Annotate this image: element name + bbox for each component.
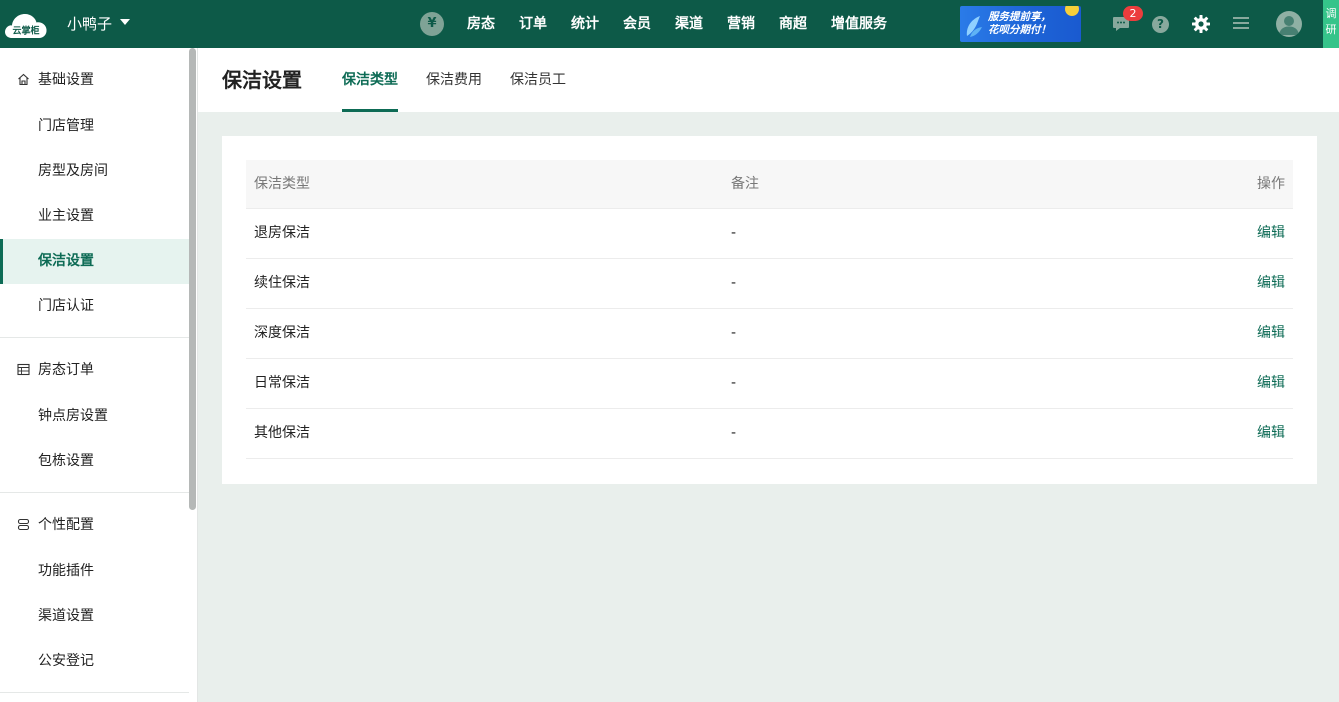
- nav-orders[interactable]: 订单: [519, 14, 547, 34]
- sidebar-item-store-management[interactable]: 门店管理: [0, 104, 189, 149]
- table-row: 续住保洁 - 编辑: [246, 259, 1293, 309]
- nav-statistics[interactable]: 统计: [571, 14, 599, 34]
- calendar-icon: [17, 363, 30, 376]
- active-tab-indicator: [342, 109, 398, 112]
- yuan-icon[interactable]: ¥: [420, 12, 444, 36]
- sidebar-item-owner-settings[interactable]: 业主设置: [0, 194, 189, 239]
- column-header-note: 备注: [731, 176, 759, 192]
- column-header-action: 操作: [1257, 176, 1285, 192]
- chevron-down-icon[interactable]: [120, 19, 130, 25]
- promo-banner[interactable]: 服务提前享， 花呗分期付！: [960, 6, 1081, 42]
- sidebar-group-room-orders: 房态订单: [0, 360, 189, 380]
- table-row: 其他保洁 - 编辑: [246, 409, 1293, 459]
- edit-link[interactable]: 编辑: [1257, 359, 1285, 408]
- sidebar-group-custom-config: 个性配置: [0, 515, 189, 535]
- nav-channels[interactable]: 渠道: [675, 14, 703, 34]
- help-icon[interactable]: ?: [1152, 16, 1169, 33]
- cell-note: -: [731, 225, 737, 241]
- table-header: 保洁类型 备注 操作: [246, 160, 1293, 209]
- table-row: 退房保洁 - 编辑: [246, 209, 1293, 259]
- top-navbar: 云掌柜 小鸭子 ¥ 房态 订单 统计 会员 渠道 营销 商超 增值服务 服务提前…: [0, 0, 1339, 48]
- cell-note: -: [731, 425, 737, 441]
- edit-link[interactable]: 编辑: [1257, 409, 1285, 458]
- store-name[interactable]: 小鸭子: [67, 14, 112, 34]
- cell-note: -: [731, 275, 737, 291]
- survey-tab[interactable]: 调研: [1323, 0, 1339, 48]
- cell-type: 其他保洁: [254, 425, 310, 441]
- avatar[interactable]: [1276, 11, 1302, 37]
- sidebar-divider: [0, 692, 189, 693]
- message-count-badge: 2: [1123, 6, 1143, 21]
- menu-icon[interactable]: [1233, 16, 1249, 30]
- sidebar-group-basic: 基础设置: [0, 70, 189, 90]
- leaf-decoration-icon: [966, 16, 982, 37]
- nav-marketing[interactable]: 营销: [727, 14, 755, 34]
- nav-members[interactable]: 会员: [623, 14, 651, 34]
- tab-cleaning-fees[interactable]: 保洁费用: [426, 70, 482, 90]
- edit-link[interactable]: 编辑: [1257, 209, 1285, 258]
- cell-type: 深度保洁: [254, 325, 310, 341]
- sidebar-item-store-certification[interactable]: 门店认证: [0, 284, 189, 329]
- layers-icon: [17, 518, 30, 531]
- logo[interactable]: 云掌柜: [4, 8, 50, 40]
- logo-text: 云掌柜: [12, 25, 39, 37]
- cell-note: -: [731, 325, 737, 341]
- nav-room-status[interactable]: 房态: [467, 14, 495, 34]
- tab-cleaning-types[interactable]: 保洁类型: [342, 70, 398, 90]
- nav-value-added[interactable]: 增值服务: [831, 14, 887, 34]
- column-header-type: 保洁类型: [254, 176, 310, 192]
- cell-type: 续住保洁: [254, 275, 310, 291]
- sidebar-group-label: 个性配置: [38, 517, 94, 533]
- cell-note: -: [731, 375, 737, 391]
- sidebar-divider: [0, 492, 189, 493]
- page-title: 保洁设置: [222, 68, 302, 92]
- nav-supermarket[interactable]: 商超: [779, 14, 807, 34]
- sidebar-item-room-types[interactable]: 房型及房间: [0, 149, 189, 194]
- edit-link[interactable]: 编辑: [1257, 309, 1285, 358]
- cell-type: 日常保洁: [254, 375, 310, 391]
- cloud-logo-icon: 云掌柜: [5, 14, 47, 38]
- banner-line-1: 服务提前享，: [988, 11, 1051, 23]
- tab-cleaning-staff[interactable]: 保洁员工: [510, 70, 566, 90]
- gear-icon[interactable]: [1191, 14, 1211, 34]
- sidebar-item-plugins[interactable]: 功能插件: [0, 549, 189, 594]
- content-card: 保洁类型 备注 操作 退房保洁 - 编辑 续住保洁 - 编辑 深度保洁 - 编辑…: [222, 136, 1317, 484]
- coin-icon: [1065, 6, 1079, 16]
- sidebar-item-police-registration[interactable]: 公安登记: [0, 639, 189, 684]
- user-icon: [1279, 16, 1299, 35]
- edit-link[interactable]: 编辑: [1257, 259, 1285, 308]
- cell-type: 退房保洁: [254, 225, 310, 241]
- sidebar-group-label: 房态订单: [38, 362, 94, 378]
- sidebar-scrollbar[interactable]: [189, 48, 196, 510]
- sidebar-item-channel-settings[interactable]: 渠道设置: [0, 594, 189, 639]
- page-header: 保洁设置 保洁类型 保洁费用 保洁员工: [198, 48, 1339, 112]
- sidebar-item-whole-building[interactable]: 包栋设置: [0, 439, 189, 484]
- sidebar-divider: [0, 337, 189, 338]
- home-icon: [18, 73, 29, 86]
- table-row: 日常保洁 - 编辑: [246, 359, 1293, 409]
- banner-line-2: 花呗分期付！: [988, 24, 1051, 36]
- table-row: 深度保洁 - 编辑: [246, 309, 1293, 359]
- sidebar-group-label: 基础设置: [38, 72, 94, 88]
- sidebar: 基础设置 门店管理 房型及房间 业主设置 保洁设置 门店认证 房态订单 钟点房设…: [0, 48, 198, 702]
- sidebar-item-cleaning-settings[interactable]: 保洁设置: [0, 239, 189, 284]
- sidebar-item-hourly-rooms[interactable]: 钟点房设置: [0, 394, 189, 439]
